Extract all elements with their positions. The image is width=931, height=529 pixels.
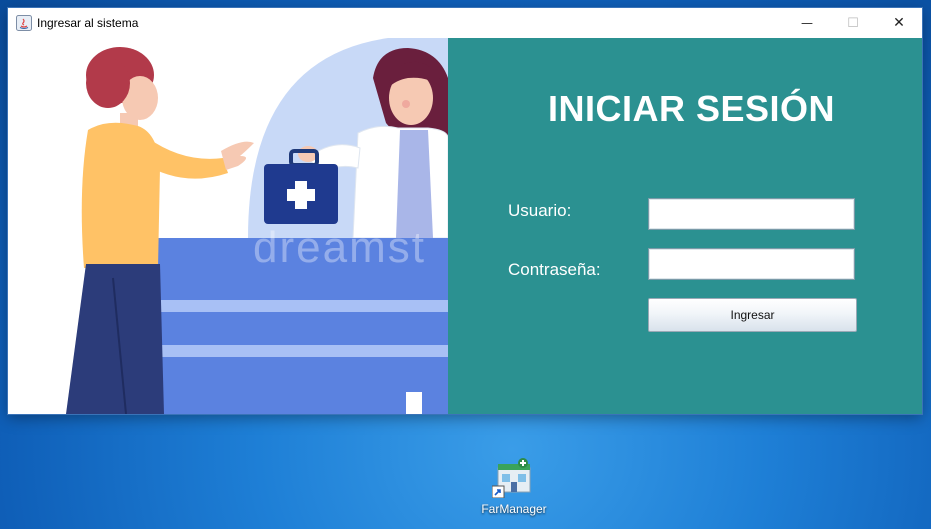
window-title: Ingresar al sistema: [37, 16, 139, 30]
desktop-shortcut-farmanager[interactable]: FarManager: [474, 458, 554, 522]
close-icon: ✕: [893, 15, 905, 31]
login-panel: INICIAR SESIÓN Usuario: Contraseña: Ingr…: [448, 38, 922, 414]
password-input[interactable]: [648, 248, 855, 280]
login-heading: INICIAR SESIÓN: [548, 88, 836, 129]
farmanager-app-icon: [492, 458, 531, 498]
maximize-button[interactable]: ☐: [830, 8, 876, 38]
java-app-icon: [16, 15, 32, 31]
password-label: Contraseña:: [508, 260, 601, 279]
minimize-icon: —: [801, 16, 813, 30]
login-button[interactable]: Ingresar: [648, 298, 857, 332]
close-button[interactable]: ✕: [876, 8, 922, 38]
maximize-icon: ☐: [847, 15, 859, 31]
minimize-button[interactable]: —: [784, 8, 830, 38]
username-label: Usuario:: [508, 201, 572, 220]
title-bar[interactable]: Ingresar al sistema — ☐ ✕: [8, 8, 922, 38]
window-content: dreamst INICIAR SESIÓN Usuario: Contrase…: [8, 38, 922, 414]
username-input[interactable]: [648, 198, 855, 230]
shortcut-label: FarManager: [481, 502, 547, 516]
login-window: Ingresar al sistema — ☐ ✕ dreamst INICIA…: [8, 8, 922, 414]
pharmacy-illustration: dreamst: [8, 38, 449, 414]
watermark-text: dreamst: [253, 223, 426, 272]
